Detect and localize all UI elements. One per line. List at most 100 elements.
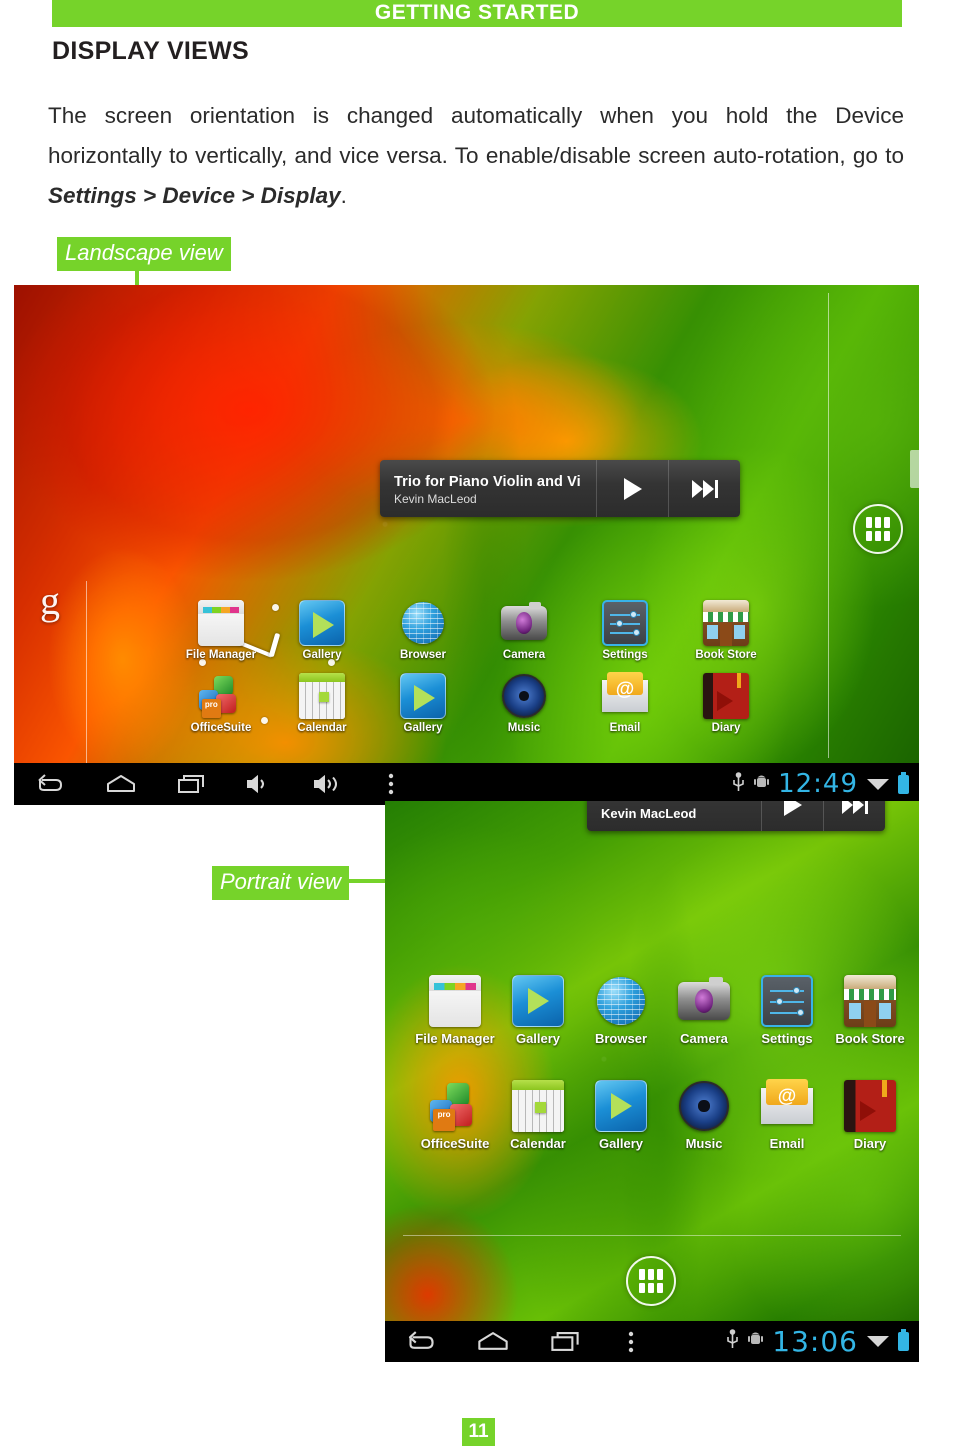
app-label: Email xyxy=(769,1136,805,1151)
app-icon-diary[interactable]: Diary xyxy=(678,673,774,734)
app-icon-diary[interactable]: Diary xyxy=(822,1080,918,1151)
body-text-main: The screen orientation is changed automa… xyxy=(48,103,904,168)
play-icon xyxy=(623,477,642,500)
music-play-button[interactable] xyxy=(761,801,823,831)
music-track-title: Trio for Piano Violin and Vi xyxy=(394,473,581,490)
app-icon-gallery-2[interactable]: Gallery xyxy=(375,673,471,734)
usb-icon xyxy=(732,771,745,797)
app-label: Gallery xyxy=(515,1031,561,1046)
gallery-icon xyxy=(299,600,345,646)
app-label: Book Store xyxy=(835,1031,905,1046)
app-label: Camera xyxy=(502,649,546,661)
music-player-widget-portrait[interactable]: Kevin MacLeod xyxy=(587,801,885,831)
music-next-button[interactable] xyxy=(823,801,885,831)
chapter-header-bar: GETTING STARTED xyxy=(52,0,902,27)
portrait-device-screen: Kevin MacLeod File Manager Gallery Brows… xyxy=(385,801,919,1362)
music-play-button[interactable] xyxy=(596,460,668,517)
music-track-artist: Kevin MacLeod xyxy=(601,805,697,821)
officesuite-pro-badge: pro xyxy=(201,698,221,719)
recent-apps-icon[interactable] xyxy=(529,1331,601,1352)
app-label: Settings xyxy=(761,1031,813,1046)
drawer-dot xyxy=(875,517,881,528)
app-label: Gallery xyxy=(403,722,443,734)
app-icon-officesuite[interactable]: pro OfficeSuite xyxy=(407,1080,503,1151)
home-icon[interactable] xyxy=(457,1331,529,1352)
app-icon-camera[interactable]: Camera xyxy=(656,975,752,1046)
app-icon-email[interactable]: @ Email xyxy=(739,1079,835,1151)
app-label: Gallery xyxy=(598,1136,644,1151)
app-icon-email[interactable]: @ Email xyxy=(577,672,673,734)
settings-icon xyxy=(602,600,648,646)
app-icon-browser[interactable]: Browser xyxy=(573,975,669,1046)
app-label: Music xyxy=(507,722,541,734)
app-icon-calendar[interactable]: Calendar xyxy=(274,673,370,734)
app-icon-camera[interactable]: Camera xyxy=(476,600,572,661)
app-label: File Manager xyxy=(415,1031,495,1046)
portrait-system-bar: 13:06 xyxy=(385,1321,919,1362)
app-icon-book-store[interactable]: Book Store xyxy=(678,600,774,661)
app-icon-settings[interactable]: Settings xyxy=(577,600,673,661)
browser-icon xyxy=(400,600,446,646)
volume-down-icon[interactable] xyxy=(226,774,292,794)
email-icon: @ xyxy=(761,1079,813,1132)
app-icon-book-store[interactable]: Book Store xyxy=(822,975,918,1046)
play-icon xyxy=(783,801,802,816)
app-icon-gallery-2[interactable]: Gallery xyxy=(573,1080,669,1151)
music-track-artist: Kevin MacLeod xyxy=(394,491,477,506)
landscape-device-screen: g Trio for Piano Violin and Vi Kevin Mac… xyxy=(14,285,919,805)
landscape-status-icons: 12:49 xyxy=(732,769,919,799)
camera-icon xyxy=(678,975,730,1027)
status-clock: 12:49 xyxy=(778,769,858,799)
music-player-widget[interactable]: Trio for Piano Violin and Vi Kevin MacLe… xyxy=(380,460,740,517)
google-g-logo[interactable]: g xyxy=(40,581,60,621)
chapter-header-text: GETTING STARTED xyxy=(374,1,580,24)
drawer-dot xyxy=(648,1269,654,1280)
app-label: OfficeSuite xyxy=(420,1136,490,1151)
app-label: Calendar xyxy=(510,1136,566,1151)
page-title: DISPLAY VIEWS xyxy=(52,37,250,65)
app-icon-gallery[interactable]: Gallery xyxy=(274,600,370,661)
home-icon[interactable] xyxy=(86,774,156,794)
android-debug-icon xyxy=(748,1330,764,1353)
app-icon-file-manager[interactable]: File Manager xyxy=(407,975,503,1046)
android-debug-icon xyxy=(754,773,770,796)
homescreen-right-divider xyxy=(828,293,829,758)
landscape-system-bar: 12:49 xyxy=(14,763,919,805)
app-icon-officesuite[interactable]: pro OfficeSuite xyxy=(173,673,269,734)
status-clock: 13:06 xyxy=(772,1325,858,1358)
app-icon-settings[interactable]: Settings xyxy=(739,975,835,1046)
app-icon-browser[interactable]: Browser xyxy=(375,600,471,661)
gallery-icon xyxy=(400,673,446,719)
file-manager-icon xyxy=(429,975,481,1027)
drawer-dot xyxy=(657,1269,663,1280)
camera-icon xyxy=(501,600,547,646)
music-icon xyxy=(678,1080,730,1132)
app-label: Music xyxy=(685,1136,723,1151)
app-drawer-button[interactable] xyxy=(853,504,903,554)
app-drawer-button[interactable] xyxy=(626,1256,676,1306)
page-scroll-indicator[interactable] xyxy=(910,450,919,488)
body-paragraph: The screen orientation is changed automa… xyxy=(48,96,904,216)
app-icon-music[interactable]: Music xyxy=(476,673,572,734)
drawer-dot xyxy=(639,1282,645,1293)
overflow-menu-icon[interactable] xyxy=(364,773,418,795)
app-icon-music[interactable]: Music xyxy=(656,1080,752,1151)
drawer-dot xyxy=(648,1282,654,1293)
calendar-icon xyxy=(299,673,345,719)
volume-up-icon[interactable] xyxy=(292,774,364,794)
back-icon[interactable] xyxy=(385,1331,457,1352)
diary-icon xyxy=(844,1080,896,1132)
music-next-button[interactable] xyxy=(668,460,740,517)
app-icon-file-manager[interactable]: File Manager xyxy=(173,600,269,661)
battery-charging-icon xyxy=(898,1329,909,1351)
app-label: Diary xyxy=(853,1136,887,1151)
app-icon-gallery[interactable]: Gallery xyxy=(490,975,586,1046)
app-label: Settings xyxy=(602,649,648,661)
overflow-menu-icon[interactable] xyxy=(601,1331,661,1353)
app-icon-calendar[interactable]: Calendar xyxy=(490,1080,586,1151)
back-icon[interactable] xyxy=(14,774,86,794)
portrait-status-icons: 13:06 xyxy=(726,1325,919,1358)
recent-apps-icon[interactable] xyxy=(156,774,226,794)
drawer-dot xyxy=(866,517,872,528)
officesuite-icon: pro xyxy=(198,673,244,719)
